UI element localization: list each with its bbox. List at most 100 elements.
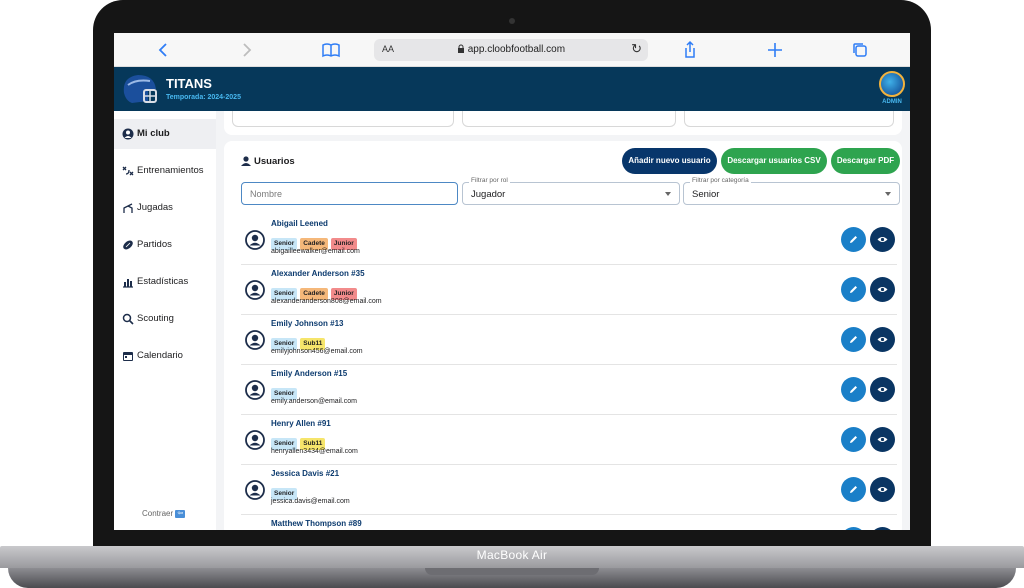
pencil-icon xyxy=(850,486,857,493)
sidebar-item-mi-club[interactable]: Mi club xyxy=(114,119,216,149)
edit-user-button[interactable] xyxy=(841,427,866,452)
eye-icon xyxy=(877,287,888,292)
collapse-sidebar-button[interactable]: Contraer ⇦ xyxy=(142,509,186,518)
pencil-icon xyxy=(850,436,857,443)
user-tags: Senior Sub11 xyxy=(271,432,328,450)
user-name[interactable]: Abigail Leened xyxy=(271,219,328,228)
reload-icon[interactable]: ↻ xyxy=(631,41,642,57)
sidebar-item-jugadas[interactable]: Jugadas xyxy=(114,193,216,223)
download-csv-button[interactable]: Descargar usuarios CSV xyxy=(721,148,827,174)
app-header: TITANS Temporada: 2024-2025 ADMIN xyxy=(114,67,910,111)
edit-user-button[interactable] xyxy=(841,277,866,302)
view-user-button[interactable] xyxy=(870,377,895,402)
add-user-button[interactable]: Añadir nuevo usuario xyxy=(622,148,717,174)
share-icon[interactable] xyxy=(680,40,700,60)
user-email: abigailleewalker@email.com xyxy=(271,248,360,255)
pencil-icon xyxy=(850,236,857,243)
training-icon xyxy=(122,166,134,176)
chevron-right-icon[interactable] xyxy=(236,40,256,60)
tabs-icon[interactable] xyxy=(850,40,870,60)
user-email: emilyjohnson456@email.com xyxy=(271,348,363,355)
eye-icon xyxy=(877,337,888,342)
url-text: app.cloobfootball.com xyxy=(467,44,566,55)
user-avatar-icon xyxy=(245,330,265,350)
sidebar-item-partidos[interactable]: Partidos xyxy=(114,230,216,260)
webcam xyxy=(509,18,515,24)
user-email: alexanderanderson808@email.com xyxy=(271,298,382,305)
collapse-arrow-icon: ⇦ xyxy=(175,509,186,518)
view-user-button[interactable] xyxy=(870,277,895,302)
user-tags: Senior Cadete Junior xyxy=(271,232,360,250)
team-name: TITANS xyxy=(166,76,212,91)
user-tags: Senior Sub11 xyxy=(271,332,328,350)
pencil-icon xyxy=(850,286,857,293)
view-user-button[interactable] xyxy=(870,527,895,530)
user-name[interactable]: Matthew Thompson #89 xyxy=(271,519,362,528)
sidebar-item-estadisticas[interactable]: Estadísticas xyxy=(114,267,216,297)
team-logo xyxy=(118,71,160,107)
main-content: Usuarios Añadir nuevo usuario Descargar … xyxy=(216,111,910,530)
user-email: henryallen3434@email.com xyxy=(271,448,358,455)
users-title: Usuarios xyxy=(254,156,295,167)
table-row: Jessica Davis #21 Senior jessica.davis@ema… xyxy=(241,465,897,515)
football-icon xyxy=(123,240,133,250)
edit-user-button[interactable] xyxy=(841,377,866,402)
eye-icon xyxy=(877,487,888,492)
url-bar[interactable]: AA app.cloobfootball.com ↻ xyxy=(374,39,648,61)
sidebar-item-entrenamientos[interactable]: Entrenamientos xyxy=(114,156,216,186)
sidebar: Mi club Entrenamientos Jugadas Partidos … xyxy=(114,111,216,530)
user-name[interactable]: Emily Johnson #13 xyxy=(271,319,343,328)
plus-icon[interactable] xyxy=(765,40,785,60)
view-user-button[interactable] xyxy=(870,477,895,502)
user-avatar-icon xyxy=(245,480,265,500)
user-circle-icon xyxy=(122,128,134,140)
table-row: Emily Anderson #15 Senior emily.anderson@e… xyxy=(241,365,897,415)
edit-user-button[interactable] xyxy=(841,327,866,352)
user-avatar-icon xyxy=(245,380,265,400)
user-avatar-icon xyxy=(245,230,265,250)
plays-icon xyxy=(123,203,133,213)
user-name[interactable]: Jessica Davis #21 xyxy=(271,469,339,478)
sidebar-item-calendario[interactable]: Calendario xyxy=(114,341,216,371)
table-row: Henry Allen #91 Senior Sub11 henryallen3434… xyxy=(241,415,897,465)
user-avatar[interactable] xyxy=(879,71,905,97)
user-name[interactable]: Alexander Anderson #35 xyxy=(271,269,365,278)
view-user-button[interactable] xyxy=(870,427,895,452)
edit-user-button[interactable] xyxy=(841,477,866,502)
table-row: Abigail Leened Senior Cadete Junior abigaill… xyxy=(241,215,897,265)
users-card: Usuarios Añadir nuevo usuario Descargar … xyxy=(224,141,902,530)
bar-chart-icon xyxy=(123,279,133,288)
chevron-down-icon xyxy=(885,192,891,196)
download-pdf-button[interactable]: Descargar PDF xyxy=(831,148,900,174)
table-row: Matthew Thompson #89 xyxy=(241,515,897,530)
laptop-base: MacBook Air xyxy=(0,546,1024,588)
search-icon xyxy=(122,313,134,325)
lid-notch xyxy=(425,568,599,575)
role-filter-select[interactable]: Filtrar por rol Jugador xyxy=(462,177,680,205)
browser-toolbar: AA app.cloobfootball.com ↻ xyxy=(114,33,910,67)
edit-user-button[interactable] xyxy=(841,227,866,252)
name-filter-input[interactable]: Nombre xyxy=(241,182,458,205)
eye-icon xyxy=(877,237,888,242)
edit-user-button[interactable] xyxy=(841,527,866,530)
view-user-button[interactable] xyxy=(870,327,895,352)
chevron-left-icon[interactable] xyxy=(154,40,174,60)
eye-icon xyxy=(877,387,888,392)
season-label: Temporada: 2024-2025 xyxy=(166,94,241,101)
user-name[interactable]: Emily Anderson #15 xyxy=(271,369,347,378)
user-name[interactable]: Henry Allen #91 xyxy=(271,419,331,428)
pencil-icon xyxy=(850,336,857,343)
user-email: emily.anderson@email.com xyxy=(271,398,357,405)
sidebar-item-scouting[interactable]: Scouting xyxy=(114,304,216,334)
book-icon[interactable] xyxy=(321,40,341,60)
user-tags: Senior Cadete Junior xyxy=(271,282,360,300)
category-filter-select[interactable]: Filtrar por categoría Senior xyxy=(683,177,900,205)
users-icon xyxy=(241,156,251,166)
table-row: Alexander Anderson #35 Senior Cadete Junior… xyxy=(241,265,897,315)
screen: AA app.cloobfootball.com ↻ TITANS Tempor… xyxy=(114,33,910,530)
view-user-button[interactable] xyxy=(870,227,895,252)
device-stage: AA app.cloobfootball.com ↻ TITANS Tempor… xyxy=(0,0,1024,588)
lock-icon xyxy=(457,44,468,55)
user-email: jessica.davis@email.com xyxy=(271,498,350,505)
user-tags: Senior xyxy=(271,482,300,500)
